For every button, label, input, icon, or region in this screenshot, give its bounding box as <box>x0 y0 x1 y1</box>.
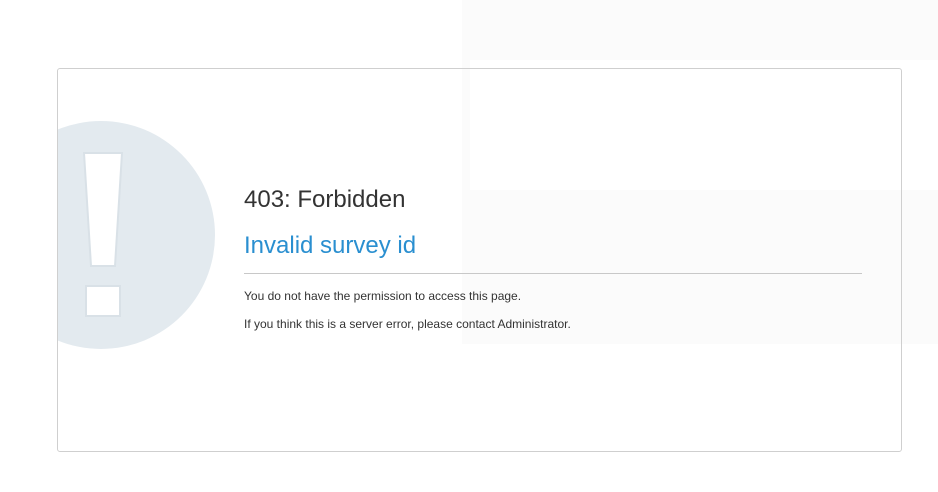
permission-message: You do not have the permission to access… <box>244 289 522 303</box>
error-code-title: 403: Forbidden <box>244 186 406 213</box>
contact-message: If you think this is a server error, ple… <box>244 317 571 331</box>
page: 403: Forbidden Invalid survey id You do … <box>0 0 938 492</box>
error-card: 403: Forbidden Invalid survey id You do … <box>57 68 902 452</box>
error-heading: Invalid survey id <box>244 232 417 259</box>
divider <box>244 273 862 274</box>
exclamation-icon <box>58 121 215 349</box>
error-content: 403: Forbidden Invalid survey id You do … <box>244 185 862 332</box>
